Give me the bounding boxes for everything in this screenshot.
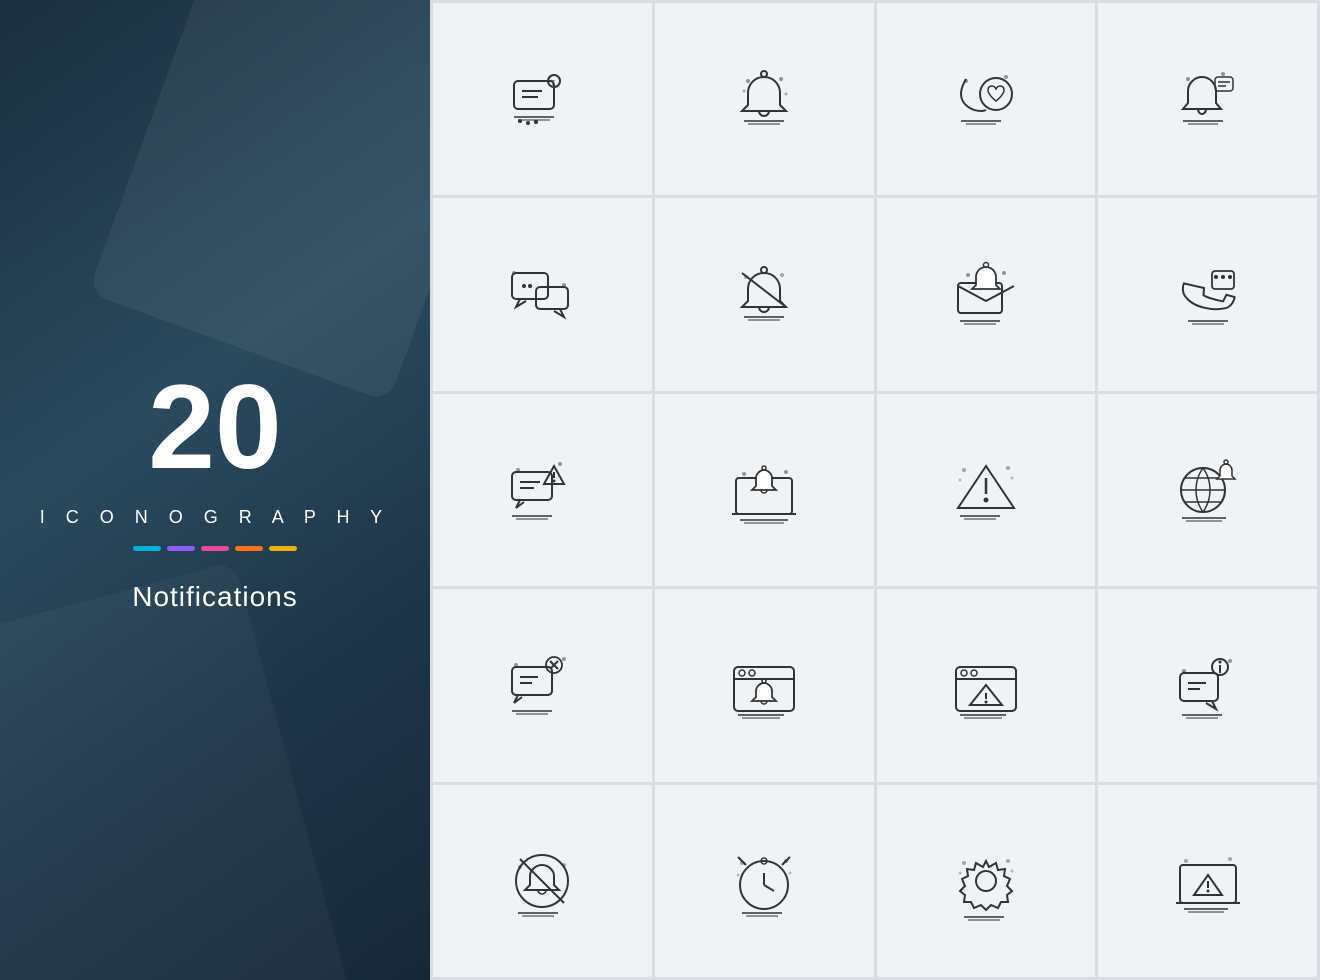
svg-text:7: 7: [551, 80, 555, 87]
alarm-clock-icon: [724, 841, 804, 921]
icon-grid: 7: [430, 0, 1320, 980]
color-bar-blue: [133, 546, 161, 551]
left-panel: 20 I C O N O G R A P H Y Notifications: [0, 0, 430, 980]
phone-chat-icon: [1168, 255, 1248, 335]
icon-cell-chat-heart[interactable]: [877, 3, 1096, 195]
icon-cell-warning-triangle[interactable]: [877, 394, 1096, 586]
notifications-title: Notifications: [40, 581, 390, 613]
bell-icon: [724, 59, 804, 139]
icon-cell-phone-chat[interactable]: [1098, 198, 1317, 390]
globe-bell-icon: [1168, 450, 1248, 530]
color-bars: [40, 546, 390, 551]
icon-cell-globe-bell[interactable]: [1098, 394, 1317, 586]
icon-cell-email-bell[interactable]: [877, 198, 1096, 390]
warning-triangle-icon: [946, 450, 1026, 530]
laptop-bell-icon: [724, 450, 804, 530]
icon-cell-chat-warning[interactable]: [433, 394, 652, 586]
icon-cell-bell-muted[interactable]: [655, 198, 874, 390]
icon-cell-browser-warning[interactable]: [877, 589, 1096, 781]
color-bar-purple: [167, 546, 195, 551]
bell-chat-icon: [1168, 59, 1248, 139]
email-bell-icon: [946, 255, 1026, 335]
icon-cell-muted-bell-circle[interactable]: [433, 785, 652, 977]
laptop-warning-icon: [1168, 841, 1248, 921]
number-display: 20: [40, 367, 390, 487]
chat-warning-icon: [502, 450, 582, 530]
icon-cell-alarm-clock[interactable]: [655, 785, 874, 977]
iconography-label: I C O N O G R A P H Y: [40, 507, 390, 528]
muted-bell-circle-icon: [502, 841, 582, 921]
icon-cell-chat-bubbles[interactable]: [433, 198, 652, 390]
icon-cell-chat-notification[interactable]: 7: [433, 3, 652, 195]
icon-cell-browser-bell[interactable]: [655, 589, 874, 781]
browser-bell-icon: [724, 645, 804, 725]
icon-cell-bell[interactable]: [655, 3, 874, 195]
browser-warning-icon: [946, 645, 1026, 725]
color-bar-orange: [235, 546, 263, 551]
bell-muted-icon: [724, 255, 804, 335]
icon-cell-bell-chat[interactable]: [1098, 3, 1317, 195]
icon-cell-laptop-bell[interactable]: [655, 394, 874, 586]
icon-cell-gear-settings[interactable]: [877, 785, 1096, 977]
gear-settings-icon: [946, 841, 1026, 921]
chat-info-icon: [1168, 645, 1248, 725]
chat-notification-icon: 7: [502, 59, 582, 139]
icon-cell-chat-info[interactable]: [1098, 589, 1317, 781]
color-bar-pink: [201, 546, 229, 551]
color-bar-yellow: [269, 546, 297, 551]
left-content: 20 I C O N O G R A P H Y Notifications: [40, 367, 390, 613]
chat-close-icon: [502, 645, 582, 725]
chat-bubbles-icon: [502, 255, 582, 335]
icon-cell-laptop-warning[interactable]: [1098, 785, 1317, 977]
chat-heart-icon: [946, 59, 1026, 139]
icon-cell-chat-close[interactable]: [433, 589, 652, 781]
